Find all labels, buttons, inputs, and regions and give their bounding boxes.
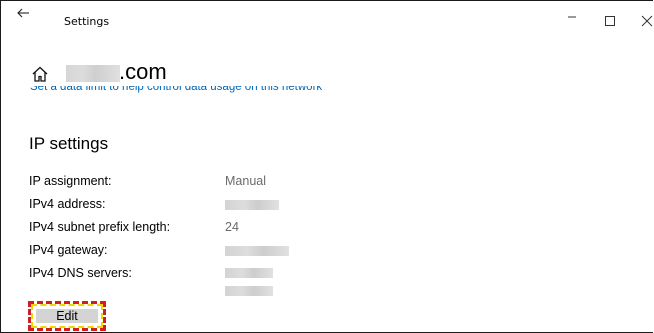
ip-assignment-label: IP assignment:	[29, 174, 112, 188]
back-button[interactable]	[15, 7, 37, 27]
ip-assignment-value: Manual	[225, 174, 266, 188]
minimize-button[interactable]	[560, 7, 584, 29]
redacted-ipv4-gateway	[225, 246, 289, 256]
network-name-suffix: .com	[119, 59, 167, 84]
redacted-ipv4-address	[225, 200, 279, 210]
ipv4-gateway-label: IPv4 gateway:	[29, 243, 108, 257]
minimize-icon	[568, 16, 576, 18]
ipv4-address-label: IPv4 address:	[29, 197, 106, 211]
window-title: Settings	[64, 15, 110, 28]
subnet-prefix-value: 24	[225, 220, 239, 234]
data-limit-link[interactable]: Set a data limit to help control data us…	[30, 86, 390, 94]
maximize-icon	[605, 16, 615, 26]
redacted-dns-server-2	[225, 286, 273, 296]
redacted-network-name	[66, 65, 120, 82]
edit-button-highlight: Edit	[28, 301, 106, 331]
dns-servers-label: IPv4 DNS servers:	[29, 266, 132, 280]
home-icon	[31, 65, 49, 83]
settings-window: Settings .com Set a data limit to help c…	[0, 0, 653, 333]
subnet-prefix-label: IPv4 subnet prefix length:	[29, 220, 171, 234]
ip-settings-title: IP settings	[29, 134, 109, 153]
title-bar: Settings	[1, 1, 653, 33]
maximize-button[interactable]	[598, 7, 622, 29]
redacted-dns-server-1	[225, 268, 273, 278]
close-button[interactable]	[635, 7, 653, 29]
arrow-left-icon	[17, 8, 29, 18]
data-limit-link-text: Set a data limit to help control data us…	[30, 86, 323, 93]
edit-button[interactable]: Edit	[36, 309, 98, 323]
close-icon	[641, 15, 653, 27]
